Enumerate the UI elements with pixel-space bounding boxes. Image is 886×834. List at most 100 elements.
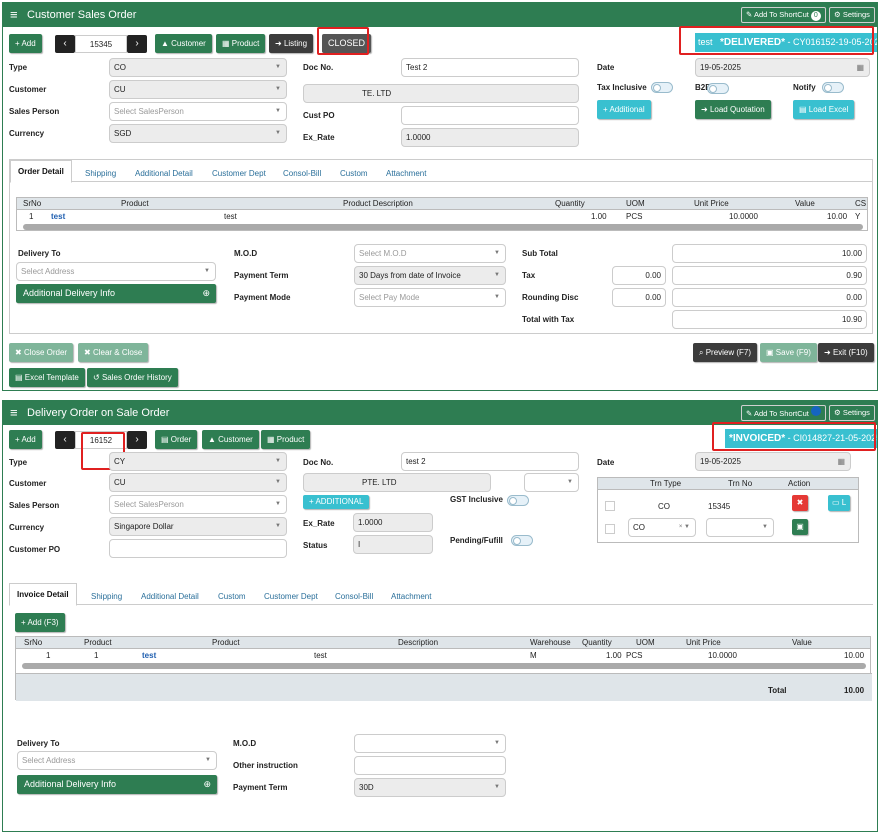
save-button[interactable]: ▣ Save (F9) <box>760 343 817 362</box>
select-address[interactable]: Select Address ▼ <box>17 751 217 770</box>
clear-close-button[interactable]: ✖ Clear & Close <box>78 343 149 362</box>
tab-order-detail[interactable]: Order Detail <box>10 160 72 183</box>
grid-scrollbar[interactable] <box>22 663 866 669</box>
tab-attachment[interactable]: Attachment <box>386 169 426 178</box>
file-icon: ▤ <box>799 105 809 114</box>
delivery-to-label: Delivery To <box>17 739 60 748</box>
tab-attachment[interactable]: Attachment <box>391 592 431 601</box>
tab-additional-detail[interactable]: Additional Detail <box>141 592 199 601</box>
additional-delivery-button[interactable]: Additional Delivery Info ⊕ <box>17 775 217 794</box>
docno-input[interactable]: Test 2 <box>401 58 579 77</box>
next-record-button[interactable]: › <box>127 431 147 449</box>
menu-icon[interactable]: ≡ <box>10 8 18 21</box>
row-checkbox[interactable] <box>605 501 615 511</box>
order-button[interactable]: ▤ Order <box>155 430 198 449</box>
additional-button[interactable]: + Additional <box>597 100 651 119</box>
date-input[interactable]: 19-05-2025 ▦ <box>695 58 870 77</box>
tab-additional-detail[interactable]: Additional Detail <box>135 169 193 178</box>
customer-button[interactable]: ▲ Customer <box>202 430 259 449</box>
total-label: Total <box>768 686 787 695</box>
load-quotation-button[interactable]: ➜ Load Quotation <box>695 100 771 119</box>
grid-scrollbar[interactable] <box>23 224 863 230</box>
type-select[interactable]: CY ▼ <box>109 452 287 471</box>
product-link[interactable]: test <box>51 212 65 221</box>
customer-select[interactable]: CU ▼ <box>109 473 287 492</box>
rounding-rate-input[interactable]: 0.00 <box>612 288 666 307</box>
new-row-checkbox[interactable] <box>605 524 615 534</box>
tab-customer-dept[interactable]: Customer Dept <box>212 169 266 178</box>
tab-consol-bill[interactable]: Consol-Bill <box>335 592 373 601</box>
mod-label: M.O.D <box>234 249 258 258</box>
currency-select[interactable]: SGD ▼ <box>109 124 287 143</box>
tab-custom[interactable]: Custom <box>340 169 368 178</box>
preview-button[interactable]: ⌕ Preview (F7) <box>693 343 758 362</box>
tab-shipping[interactable]: Shipping <box>91 592 122 601</box>
chevron-down-icon: ▼ <box>494 272 500 278</box>
custpo-input[interactable] <box>109 539 287 558</box>
exrate-input[interactable]: 1.0000 <box>353 513 433 532</box>
l-button[interactable]: ▭ L <box>828 495 851 511</box>
product-link[interactable]: test <box>142 651 156 660</box>
next-record-button[interactable]: › <box>127 35 147 53</box>
additional-delivery-button[interactable]: Additional Delivery Info ⊕ <box>16 284 216 303</box>
mod-select[interactable]: ▼ <box>354 734 506 753</box>
doc-number-input[interactable]: 15345 <box>75 35 127 53</box>
tab-consol-bill[interactable]: Consol-Bill <box>283 169 321 178</box>
settings-button[interactable]: ⚙ Settings <box>829 7 875 23</box>
tax-rate-input[interactable]: 0.00 <box>612 266 666 285</box>
add-shortcut-button[interactable]: ✎ Add To ShortCut <box>741 405 826 421</box>
col-value: Value <box>795 199 815 208</box>
grid-icon: ▦ <box>222 39 232 48</box>
tab-shipping[interactable]: Shipping <box>85 169 116 178</box>
listing-button[interactable]: ➜ Listing <box>269 34 314 53</box>
notify-toggle[interactable] <box>822 82 844 93</box>
load-excel-button[interactable]: ▤ Load Excel <box>793 100 855 119</box>
tab-custom[interactable]: Custom <box>218 592 246 601</box>
table-row[interactable]: 1 1 test test M 1.00 PCS 10.0000 10.00 <box>16 650 872 661</box>
salesperson-select[interactable]: Select SalesPerson ▼ <box>109 495 287 514</box>
close-order-button[interactable]: ✖ Close Order <box>9 343 74 362</box>
salesperson-select[interactable]: Select SalesPerson ▼ <box>109 102 287 121</box>
gst-toggle[interactable] <box>507 495 529 506</box>
add-shortcut-button[interactable]: ✎ Add To ShortCut 0 <box>741 7 826 23</box>
pending-toggle[interactable] <box>511 535 533 546</box>
type-select[interactable]: CO ▼ <box>109 58 287 77</box>
date-input[interactable]: 19-05-2025 ▦ <box>695 452 851 471</box>
additional-button[interactable]: + ADDITIONAL <box>303 495 370 509</box>
sales-order-history-button[interactable]: ↺ Sales Order History <box>87 368 178 387</box>
exit-button[interactable]: ➜ Exit (F10) <box>818 343 874 362</box>
prev-record-button[interactable]: ‹ <box>55 431 75 449</box>
excel-template-button[interactable]: ▤ Excel Template <box>9 368 85 387</box>
table-row[interactable]: 1 test test 1.00 PCS 10.0000 10.00 Y <box>17 211 869 223</box>
product-button[interactable]: ▦ Product <box>216 34 266 53</box>
custpo-input[interactable] <box>401 106 579 125</box>
trn-type-select[interactable]: CO × ▼ <box>628 518 696 537</box>
currency-select[interactable]: Singapore Dollar ▼ <box>109 517 287 536</box>
customer-select[interactable]: CU ▼ <box>109 80 287 99</box>
add-f3-button[interactable]: + Add (F3) <box>15 613 65 632</box>
settings-button[interactable]: ⚙ Settings <box>829 405 875 421</box>
delete-row-button[interactable]: ✖ <box>792 495 808 511</box>
payterm-select[interactable]: 30 Days from date of Invoice ▼ <box>354 266 506 285</box>
prev-record-button[interactable]: ‹ <box>55 35 75 53</box>
customer-button[interactable]: ▲ Customer <box>155 34 212 53</box>
mod-select[interactable]: Select M.O.D ▼ <box>354 244 506 263</box>
paymode-select[interactable]: Select Pay Mode ▼ <box>354 288 506 307</box>
menu-icon[interactable]: ≡ <box>10 406 18 419</box>
add-button[interactable]: + Add <box>9 34 42 53</box>
add-button[interactable]: + Add <box>9 430 42 449</box>
save-row-button[interactable]: ▣ <box>792 519 808 535</box>
docno-input[interactable]: test 2 <box>401 452 579 471</box>
listing-icon: ➜ <box>275 39 284 48</box>
taxinc-toggle[interactable] <box>651 82 673 93</box>
select-address[interactable]: Select Address ▼ <box>16 262 216 281</box>
other-instruction-input[interactable] <box>354 756 506 775</box>
tab-invoice-detail[interactable]: Invoice Detail <box>9 583 77 606</box>
extra-select[interactable]: ▼ <box>524 473 579 492</box>
payterm-select[interactable]: 30D ▼ <box>354 778 506 797</box>
tab-customer-dept[interactable]: Customer Dept <box>264 592 318 601</box>
b2b-toggle[interactable] <box>707 83 729 94</box>
exrate-input[interactable]: 1.0000 <box>401 128 579 147</box>
trn-no-select[interactable]: ▼ <box>706 518 774 537</box>
product-button[interactable]: ▦ Product <box>261 430 311 449</box>
